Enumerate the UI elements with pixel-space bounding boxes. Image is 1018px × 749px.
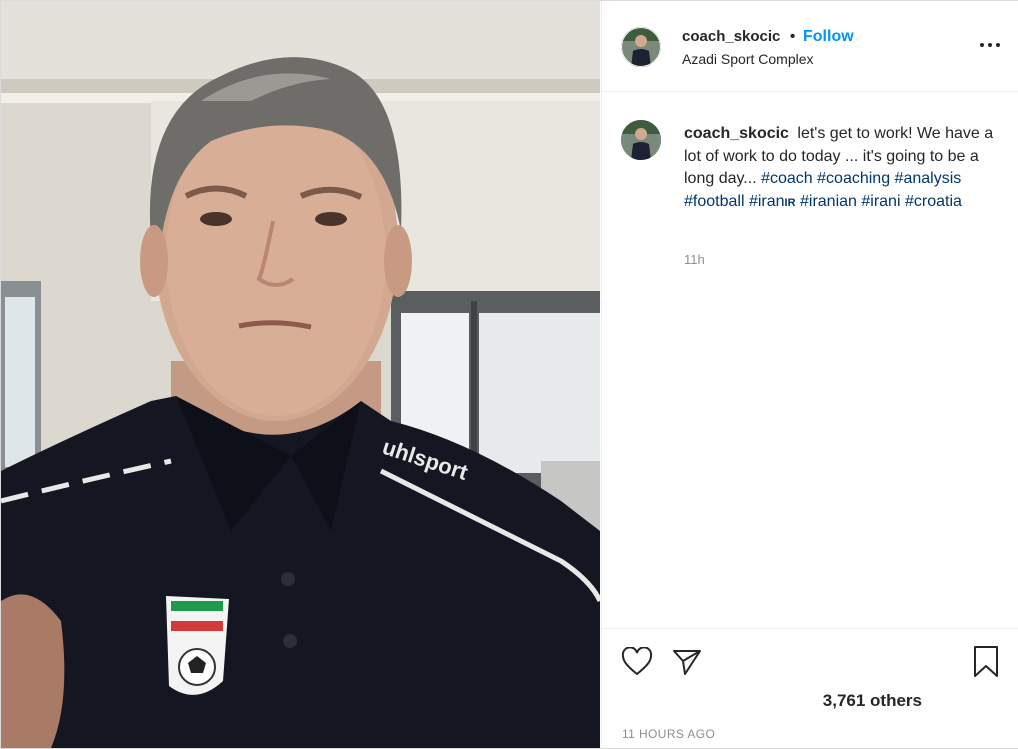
post-photo[interactable]: uhlsport [1, 1, 600, 748]
avatar-image [621, 27, 661, 67]
hashtag-link[interactable]: #croatia [905, 193, 962, 210]
follow-button[interactable]: Follow [803, 28, 854, 46]
likes-count[interactable]: 3,761 others [823, 691, 922, 711]
hashtag-link[interactable]: #iranIR [749, 193, 796, 210]
hashtag-link[interactable]: #irani [861, 193, 900, 210]
username-link[interactable]: coach_skocic [682, 28, 780, 45]
post-header: coach_skocic • Follow Azadi Sport Comple… [602, 1, 1018, 92]
heart-icon[interactable] [621, 647, 653, 677]
flag-code: IR [784, 196, 796, 209]
avatar[interactable] [621, 27, 661, 67]
hashtag-link[interactable]: #iranian [800, 193, 857, 210]
paper-plane-icon[interactable] [671, 647, 703, 677]
caption-timestamp[interactable]: 11h [684, 252, 705, 267]
avatar-image [621, 120, 661, 160]
hashtag-link[interactable]: #analysis [895, 170, 962, 187]
instagram-post-modal: uhlsport coach_skocic • Follow Azadi Spo… [0, 0, 1018, 749]
caption-username[interactable]: coach_skocic [684, 125, 789, 142]
post-caption: coach_skocic let's get to work! We have … [684, 123, 994, 214]
hashtag-link[interactable]: #coaching [817, 170, 890, 187]
selfie-image: uhlsport [1, 1, 600, 748]
caption-avatar[interactable] [621, 120, 661, 160]
more-options-icon[interactable] [978, 37, 1002, 53]
bookmark-icon[interactable] [972, 645, 1000, 679]
location-link[interactable]: Azadi Sport Complex [682, 51, 814, 67]
action-bar: 3,761 others 11 HOURS AGO [602, 628, 1018, 749]
post-details-panel: coach_skocic • Follow Azadi Sport Comple… [601, 1, 1018, 748]
hashtag-link[interactable]: #football [684, 193, 745, 210]
separator-dot: • [790, 28, 796, 45]
hashtag-link[interactable]: #coach [761, 170, 813, 187]
hashtag-text: #iran [748, 192, 785, 210]
post-date[interactable]: 11 HOURS AGO [622, 727, 715, 741]
caption-section: coach_skocic let's get to work! We have … [602, 92, 1018, 627]
